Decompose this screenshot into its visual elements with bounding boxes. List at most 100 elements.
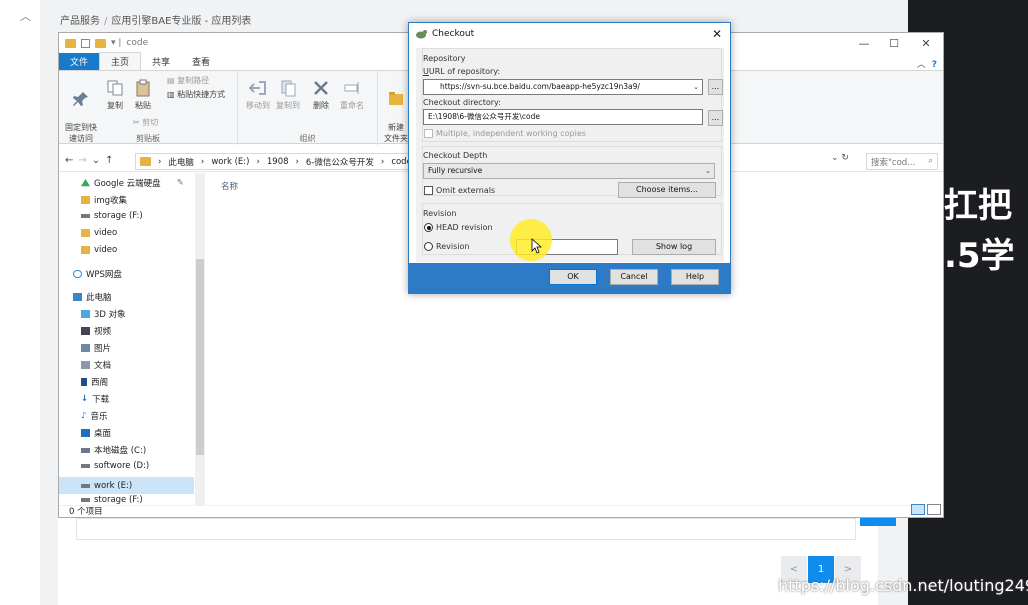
- show-log-button[interactable]: Show log: [632, 239, 716, 255]
- nav-item-documents[interactable]: 文档: [81, 359, 111, 371]
- close-button[interactable]: ✕: [911, 35, 941, 53]
- head-revision-radio[interactable]: HEAD revision: [424, 223, 493, 232]
- delete-button[interactable]: 删除: [310, 79, 332, 111]
- nav-item-3d[interactable]: 3D 对象: [81, 308, 126, 320]
- overlay-text: 扛把: [944, 186, 1012, 226]
- address-segment[interactable]: 此电脑: [168, 156, 194, 168]
- address-dropdown-icon[interactable]: ⌄: [831, 153, 839, 163]
- url-label: UURL of repository:: [423, 67, 501, 76]
- copy-to-button[interactable]: 复制到: [274, 79, 302, 111]
- minimize-button[interactable]: —: [849, 35, 879, 53]
- nav-scrollbar[interactable]: [195, 173, 205, 505]
- nav-item-video[interactable]: video: [81, 245, 117, 255]
- copy-path-button[interactable]: ▤ 复制路径: [167, 75, 209, 86]
- nav-item-phone[interactable]: 西阁: [81, 376, 108, 388]
- url-dropdown[interactable]: https://svn-su.bce.baidu.com/baeapp-he5y…: [423, 79, 703, 95]
- ribbon-collapse-icon[interactable]: ︿: [917, 57, 932, 70]
- dir-browse-button[interactable]: ...: [708, 110, 723, 126]
- breadcrumb-item[interactable]: 产品服务: [60, 16, 100, 27]
- copy-button[interactable]: 复制: [103, 79, 127, 111]
- close-icon[interactable]: ✕: [712, 27, 722, 41]
- chevron-up-icon[interactable]: ︿: [20, 8, 31, 24]
- rename-button[interactable]: 重命名: [338, 79, 366, 111]
- nav-label: 图片: [94, 344, 112, 354]
- nav-item-music[interactable]: ♪ 音乐: [81, 410, 107, 422]
- help-icon[interactable]: ?: [932, 60, 943, 70]
- address-segment[interactable]: 1908: [267, 157, 289, 167]
- cancel-button[interactable]: Cancel: [610, 269, 658, 285]
- forward-arrow-icon[interactable]: →: [78, 155, 91, 166]
- address-segment[interactable]: 6-微信公众号开发: [306, 156, 374, 168]
- depth-label: Checkout Depth: [423, 151, 488, 160]
- nav-item-drive-d[interactable]: softwore (D:): [81, 461, 149, 471]
- group-label: 剪贴板: [136, 134, 160, 143]
- nav-item-downloads[interactable]: ↓ 下载: [81, 393, 109, 405]
- scrollbar-thumb[interactable]: [196, 259, 204, 455]
- nav-label: softwore (D:): [94, 461, 150, 471]
- revision-radio[interactable]: Revision: [424, 242, 469, 251]
- column-header-name[interactable]: 名称: [221, 180, 238, 192]
- choose-items-button[interactable]: Choose items...: [618, 182, 716, 198]
- multiple-wc-checkbox[interactable]: Multiple, independent working copies: [424, 129, 586, 138]
- details-view-icon[interactable]: [911, 504, 925, 515]
- address-bar[interactable]: › 此电脑 › work (E:) › 1908 › 6-微信公众号开发 › code: [135, 153, 413, 170]
- search-input[interactable]: 搜索"cod... ⌕: [866, 153, 938, 170]
- copy-to-label: 复制到: [276, 101, 300, 110]
- depth-dropdown[interactable]: Fully recursive ⌄: [423, 163, 715, 179]
- refresh-icon[interactable]: ↻: [841, 153, 849, 163]
- tab-home[interactable]: 主页: [99, 52, 142, 70]
- quick-access-dropdown-icon[interactable]: ▾ |: [111, 38, 121, 48]
- nav-item-this-pc[interactable]: 此电脑: [73, 291, 112, 303]
- nav-item-desktop[interactable]: 桌面: [81, 427, 111, 439]
- nav-item-wps[interactable]: WPS网盘: [73, 268, 122, 280]
- history-dropdown-icon[interactable]: ⌄: [92, 155, 105, 166]
- drive-icon: [81, 498, 90, 502]
- paste-label: 粘贴: [135, 101, 151, 110]
- nav-label: WPS网盘: [86, 270, 122, 280]
- nav-item-drive-e[interactable]: work (E:): [59, 477, 194, 494]
- tab-file[interactable]: 文件: [59, 53, 100, 70]
- address-separator: ›: [295, 156, 299, 167]
- ok-button[interactable]: OK: [549, 269, 597, 285]
- view-toggle: [911, 504, 941, 515]
- help-button[interactable]: Help: [671, 269, 719, 285]
- nav-item-img[interactable]: img收集: [81, 194, 127, 206]
- back-arrow-icon[interactable]: ←: [65, 155, 78, 166]
- nav-item-videos[interactable]: 视频: [81, 325, 111, 337]
- depth-value: Fully recursive: [428, 166, 483, 175]
- tab-share[interactable]: 共享: [141, 53, 181, 70]
- nav-item-storage[interactable]: storage (F:): [81, 211, 143, 221]
- item-count: 0 个项目: [69, 507, 103, 517]
- tab-view[interactable]: 查看: [181, 53, 221, 70]
- move-to-label: 移动到: [246, 101, 270, 110]
- nav-label: 此电脑: [86, 293, 112, 303]
- nav-item-drive-f[interactable]: storage (F:): [81, 495, 143, 505]
- nav-item-pictures[interactable]: 图片: [81, 342, 111, 354]
- paste-shortcut-button[interactable]: ▥ 粘贴快捷方式: [167, 89, 225, 100]
- checkout-dialog: Checkout ✕ Repository UURL of repository…: [408, 22, 731, 294]
- nav-item-video[interactable]: video: [81, 228, 117, 238]
- large-icons-view-icon[interactable]: [927, 504, 941, 515]
- new-folder-icon[interactable]: [95, 38, 106, 48]
- radio-icon: [424, 223, 433, 232]
- delete-icon: [314, 81, 328, 95]
- nav-label: 3D 对象: [94, 310, 126, 320]
- nav-item-drive-c[interactable]: 本地磁盘 (C:): [81, 444, 146, 456]
- window-title: code: [126, 38, 149, 48]
- head-revision-label: HEAD revision: [436, 223, 493, 232]
- nav-item-google-drive[interactable]: Google 云端硬盘 ✎: [81, 177, 184, 189]
- url-browse-button[interactable]: ...: [708, 79, 723, 95]
- move-to-button[interactable]: 移动到: [244, 79, 272, 111]
- up-arrow-icon[interactable]: ↑: [105, 155, 118, 166]
- properties-icon[interactable]: [81, 38, 90, 48]
- nav-label: 文档: [94, 361, 112, 371]
- checkout-dir-input[interactable]: E:\1908\6-微信公众号开发\code: [423, 109, 703, 125]
- paste-button[interactable]: 粘贴: [131, 79, 155, 111]
- cut-button[interactable]: ✂ 剪切: [133, 117, 158, 128]
- folder-icon: [81, 196, 90, 204]
- maximize-button[interactable]: ☐: [879, 35, 909, 53]
- drive-icon: [81, 483, 90, 488]
- address-segment[interactable]: work (E:): [211, 157, 249, 167]
- organize-group: 移动到 复制到 删除 重命名 组织: [237, 71, 377, 145]
- omit-externals-checkbox[interactable]: Omit externals: [424, 186, 495, 195]
